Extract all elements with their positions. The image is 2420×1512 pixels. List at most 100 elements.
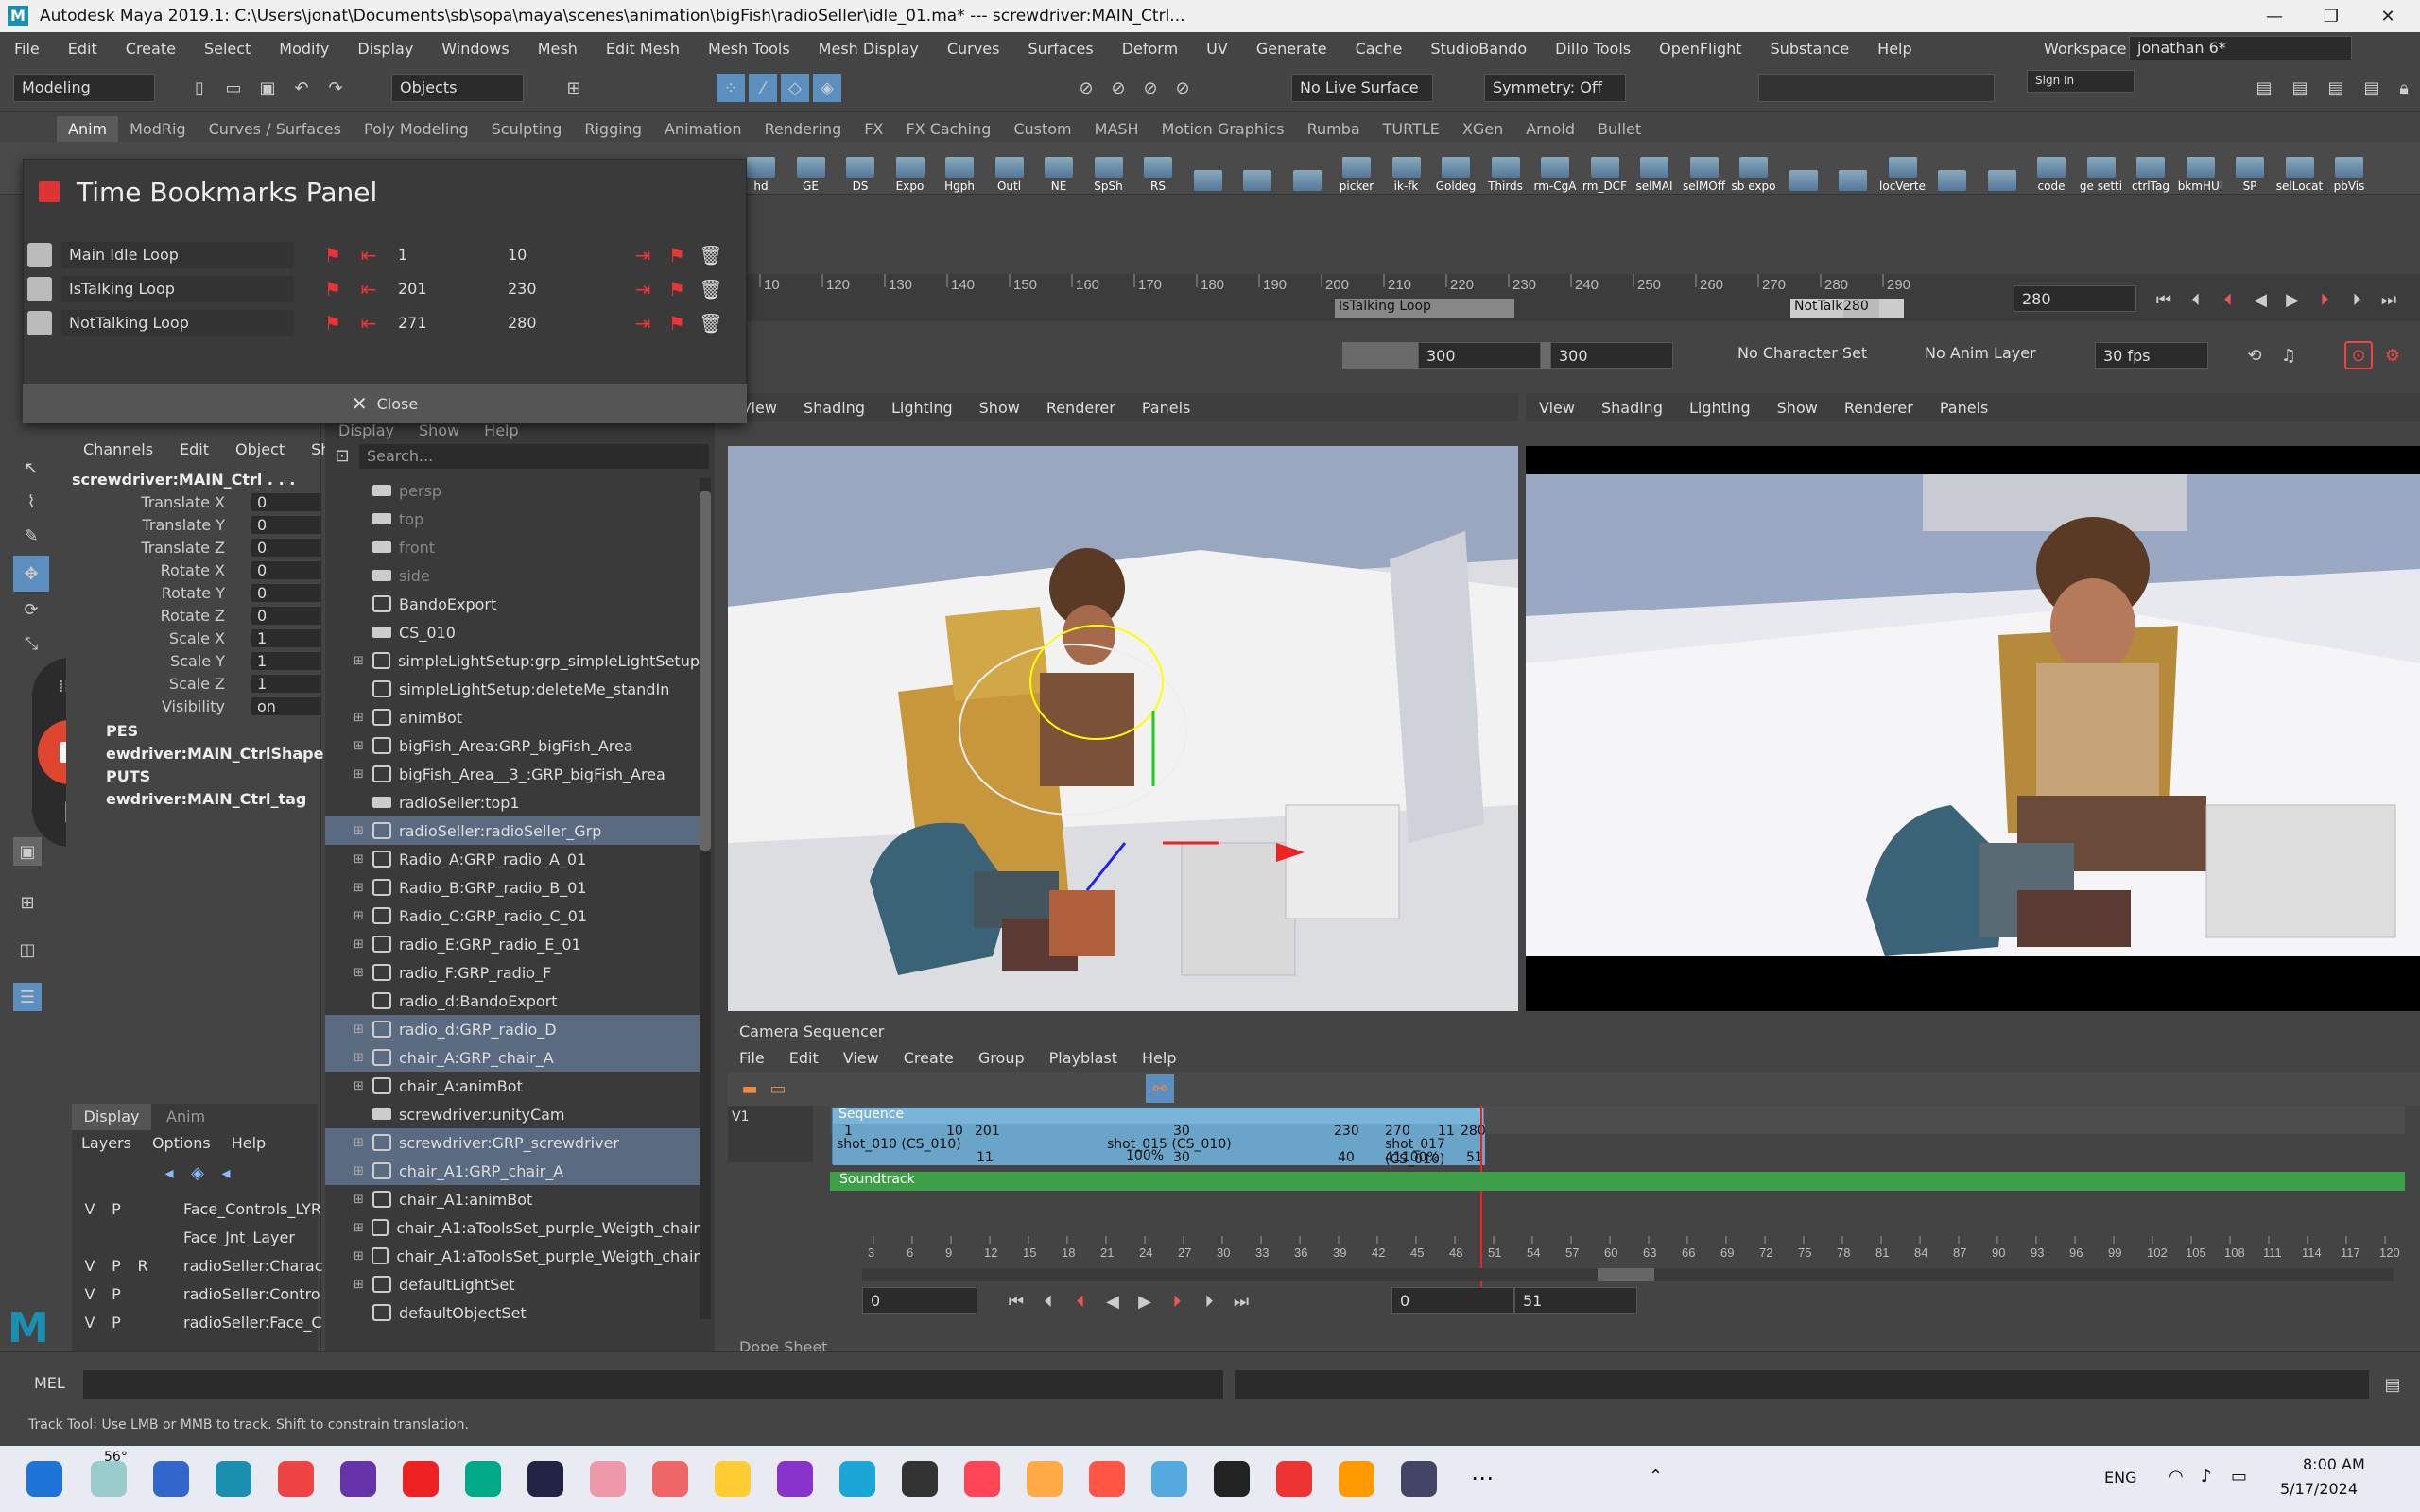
clock-time[interactable]: 8:00 AM [2303,1455,2365,1473]
shelf-tab-modrig[interactable]: ModRig [118,116,197,142]
shelf-tab-turtle[interactable]: TURTLE [1372,116,1451,142]
start-icon[interactable] [26,1461,62,1497]
menu-display[interactable]: Display [343,40,427,58]
sequencer-menu-edit[interactable]: Edit [789,1049,819,1067]
menu-select[interactable]: Select [190,40,265,58]
play-backwards-icon[interactable]: ◀ [2246,285,2274,314]
layer-row[interactable]: V PradioSeller:Contro [72,1281,320,1310]
bookmark-remove-flag-icon[interactable]: ⚑ [665,277,689,301]
set-end-icon[interactable]: ⇥ [631,277,655,301]
outliner-item[interactable]: persp [325,476,700,505]
redo-icon[interactable]: ↷ [321,74,350,102]
channel-row[interactable]: Translate X 0 [66,493,321,516]
outliner-item[interactable]: top [325,505,700,533]
layer-name[interactable]: radioSeller:Charac [183,1257,323,1275]
close-panel-button[interactable]: ✕ Close [23,384,747,423]
expand-icon[interactable]: ⊞ [354,1249,368,1263]
seq-tool-icon[interactable]: ▬ [735,1074,764,1103]
menu-curves[interactable]: Curves [933,40,1014,58]
layer-p-toggle[interactable]: P [106,1200,127,1218]
viewport-menu-panels[interactable]: Panels [1129,399,1204,417]
bookmark-checkbox[interactable] [27,277,52,301]
wifi-icon[interactable]: ◠ [2169,1467,2184,1486]
play-forwards-icon[interactable]: ▶ [1131,1287,1159,1315]
outliner-item[interactable]: ⊞ animBot [325,703,700,731]
menu-studiobando[interactable]: StudioBando [1416,40,1541,58]
layer-v-toggle[interactable]: V [79,1200,100,1218]
chrome-icon[interactable] [278,1461,314,1497]
bookmark-name-field[interactable]: Main Idle Loop [61,242,294,268]
viewport-menu-shading[interactable]: Shading [1588,399,1676,417]
open-scene-icon[interactable]: ▭ [219,74,248,102]
shelf-tab-sculpting[interactable]: Sculpting [480,116,574,142]
quick-input-field[interactable] [1758,74,1995,102]
shelf-button[interactable] [1284,146,1331,193]
menu-substance[interactable]: Substance [1756,40,1864,58]
outliner-item[interactable]: ⊞ defaultLightSet [325,1270,700,1298]
expand-icon[interactable]: ⊞ [354,767,369,782]
terminal-icon[interactable] [1214,1461,1250,1497]
language-indicator[interactable]: ENG [2104,1469,2136,1486]
outliner-menu-show[interactable]: Show [419,421,459,439]
bookmark-start-field[interactable]: 271 [392,310,496,336]
tool-settings-icon[interactable]: ▤ [2322,74,2350,102]
channel-box-icon[interactable]: ▤ [2358,74,2386,102]
seq-tool-icon[interactable]: ▭ [764,1074,792,1103]
app-icon[interactable] [777,1461,813,1497]
outliner-item[interactable]: defaultObjectSet [325,1298,700,1327]
sequencer-menu-file[interactable]: File [739,1049,765,1067]
expand-icon[interactable]: ⊞ [354,1022,369,1037]
app-icon[interactable] [153,1461,189,1497]
expand-icon[interactable]: ⊞ [354,711,369,725]
snap-view-plane-icon[interactable]: ⊘ [1168,74,1197,102]
outliner-search-input[interactable]: Search... [359,444,709,469]
shelf-button[interactable]: locVerte [1879,146,1927,193]
shelf-tab-animation[interactable]: Animation [653,116,753,142]
soundtrack-track[interactable]: Soundtrack [830,1172,2405,1191]
outliner-item[interactable]: ⊞ chair_A:GRP_chair_A [325,1043,700,1072]
layer-name[interactable]: radioSeller:Face_C [183,1314,322,1332]
character-set-dropdown[interactable]: No Character Set [1737,344,1867,362]
sound-icon[interactable]: ♫ [2274,341,2303,369]
menu-help[interactable]: Help [1863,40,1926,58]
shelf-button[interactable]: DS [837,146,884,193]
anim-layer-dropdown[interactable]: No Anim Layer [1925,344,2036,362]
sequencer-range-a[interactable]: 0 [1392,1287,1514,1314]
move-layer-up-icon[interactable]: ◂ [155,1159,183,1187]
expand-icon[interactable]: ⊞ [354,1164,369,1178]
channel-value[interactable]: 0 [251,561,321,579]
expand-icon[interactable]: ⊞ [354,1136,369,1150]
outliner-item[interactable]: CS_010 [325,618,700,646]
shelf-button[interactable]: RS [1134,146,1182,193]
step-forward-key-icon[interactable]: ⏵ [1163,1287,1191,1315]
shelf-tab-poly-modeling[interactable]: Poly Modeling [353,116,480,142]
camera-view-scene[interactable] [1526,446,2420,1011]
channel-row[interactable]: Rotate Y 0 [66,584,321,607]
channel-menu-object[interactable]: Object [235,440,285,458]
seq-tool-icon[interactable]: ⚯ [1146,1074,1174,1103]
menu-create[interactable]: Create [112,40,190,58]
shelf-button[interactable]: Thirds [1482,146,1530,193]
menu-modify[interactable]: Modify [265,40,343,58]
bookmark-flag-icon[interactable]: ⚑ [320,277,345,301]
menu-generate[interactable]: Generate [1242,40,1341,58]
menu-deform[interactable]: Deform [1108,40,1192,58]
app-icon[interactable] [1276,1461,1312,1497]
app-icon[interactable] [340,1461,376,1497]
outliner-item[interactable]: side [325,561,700,590]
shape-node[interactable]: ewdriver:MAIN_CtrlShape [106,745,323,763]
channel-menu-edit[interactable]: Edit [180,440,209,458]
play-backwards-icon[interactable]: ◀ [1098,1287,1127,1315]
menu-openflight[interactable]: OpenFlight [1645,40,1755,58]
outliner-menu-display[interactable]: Display [338,421,394,439]
shelf-button[interactable]: rm_DCF [1582,146,1629,193]
channel-row[interactable]: Translate Z 0 [66,539,321,561]
layer-v-toggle[interactable]: V [79,1285,100,1303]
expand-icon[interactable]: ⊞ [354,1079,369,1093]
expand-icon[interactable]: ⊞ [354,739,369,753]
outliner-item[interactable]: ⊞ Radio_C:GRP_radio_C_01 [325,902,700,930]
channel-row[interactable]: Scale X 1 [66,629,321,652]
snap-curve-icon[interactable]: ⊘ [1104,74,1132,102]
layer-name[interactable]: Face_Controls_LYR [183,1200,321,1218]
layer-menu-options[interactable]: Options [152,1134,211,1152]
